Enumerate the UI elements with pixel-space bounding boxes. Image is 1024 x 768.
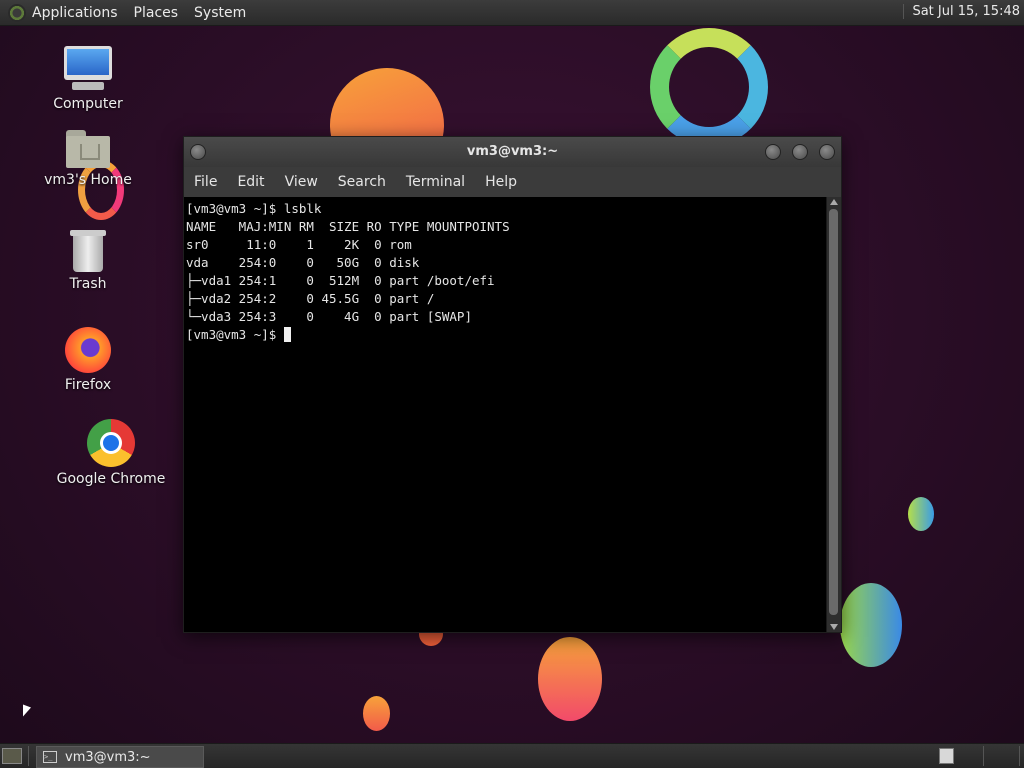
- wallpaper-large-oval: [840, 583, 902, 667]
- terminal-line: └─vda3 254:3 0 4G 0 part [SWAP]: [186, 309, 472, 324]
- applications-menu[interactable]: Applications: [32, 5, 118, 21]
- scroll-up-icon[interactable]: [830, 199, 838, 205]
- taskbar-item-label: vm3@vm3:~: [65, 749, 151, 765]
- terminal-line: ├─vda2 254:2 0 45.5G 0 part /: [186, 291, 435, 306]
- terminal-line: sr0 11:0 1 2K 0 rom: [186, 237, 412, 252]
- desktop-icon-computer[interactable]: Computer: [33, 46, 143, 112]
- text-cursor: [283, 327, 291, 342]
- bottom-panel: >_ vm3@vm3:~: [0, 743, 1024, 768]
- maximize-icon[interactable]: [792, 144, 808, 160]
- terminal-window: vm3@vm3:~ File Edit View Search Terminal…: [183, 136, 842, 633]
- taskbar-item-terminal[interactable]: >_ vm3@vm3:~: [36, 746, 204, 768]
- window-titlebar[interactable]: vm3@vm3:~: [184, 137, 841, 167]
- panel-separator: [983, 746, 984, 766]
- scrollbar-thumb[interactable]: [829, 209, 838, 615]
- computer-icon: [64, 46, 112, 92]
- terminal-scrollbar[interactable]: [826, 197, 841, 632]
- places-menu[interactable]: Places: [134, 5, 179, 21]
- mate-logo-icon[interactable]: [8, 3, 26, 22]
- terminal-line: [vm3@vm3 ~]$ lsblk: [186, 201, 322, 216]
- minimize-icon[interactable]: [765, 144, 781, 160]
- terminal-line: vda 254:0 0 50G 0 disk: [186, 255, 420, 270]
- clock[interactable]: Sat Jul 15, 15:48: [903, 4, 1020, 19]
- workspace-switcher-1[interactable]: [939, 748, 954, 764]
- desktop-icon-firefox[interactable]: Firefox: [33, 327, 143, 393]
- top-panel: Applications Places System Sat Jul 15, 1…: [0, 0, 1024, 26]
- desktop-icon-chrome[interactable]: Google Chrome: [56, 419, 166, 487]
- desktop-icon-label: Google Chrome: [56, 471, 166, 487]
- close-icon[interactable]: [819, 144, 835, 160]
- menu-search[interactable]: Search: [338, 174, 386, 190]
- wallpaper-small-orange: [363, 696, 390, 731]
- wallpaper-ring: [650, 28, 768, 146]
- terminal-prompt: [vm3@vm3 ~]$: [186, 327, 284, 342]
- show-desktop-icon[interactable]: [2, 748, 22, 764]
- terminal-menubar: File Edit View Search Terminal Help: [184, 167, 841, 197]
- chrome-icon: [87, 419, 135, 467]
- firefox-icon: [65, 327, 111, 373]
- desktop-icon-label: Computer: [53, 96, 123, 112]
- desktop-icon-home[interactable]: vm3's Home: [33, 130, 143, 188]
- menu-terminal[interactable]: Terminal: [406, 174, 465, 190]
- desktop-icon-label: vm3's Home: [44, 172, 132, 188]
- menu-help[interactable]: Help: [485, 174, 517, 190]
- window-title: vm3@vm3:~: [466, 144, 559, 159]
- menu-edit[interactable]: Edit: [237, 174, 264, 190]
- panel-separator: [28, 746, 29, 766]
- desktop-icon-label: Firefox: [64, 377, 112, 393]
- trash-icon: [70, 230, 106, 272]
- wallpaper-orange-oval: [538, 637, 602, 721]
- menu-view[interactable]: View: [285, 174, 318, 190]
- terminal-icon: >_: [43, 751, 57, 763]
- terminal-line: NAME MAJ:MIN RM SIZE RO TYPE MOUNTPOINTS: [186, 219, 510, 234]
- system-menu[interactable]: System: [194, 5, 246, 21]
- panel-separator: [1019, 746, 1020, 766]
- desktop-icon-trash[interactable]: Trash: [33, 230, 143, 292]
- terminal-output[interactable]: [vm3@vm3 ~]$ lsblk NAME MAJ:MIN RM SIZE …: [184, 197, 827, 632]
- terminal-line: ├─vda1 254:1 0 512M 0 part /boot/efi: [186, 273, 495, 288]
- wallpaper-green-blue-oval: [908, 497, 934, 531]
- home-folder-icon: [66, 130, 110, 168]
- desktop-icon-label: Trash: [69, 276, 107, 292]
- mouse-pointer-icon: [23, 704, 31, 720]
- menu-file[interactable]: File: [194, 174, 217, 190]
- scroll-down-icon[interactable]: [830, 624, 838, 630]
